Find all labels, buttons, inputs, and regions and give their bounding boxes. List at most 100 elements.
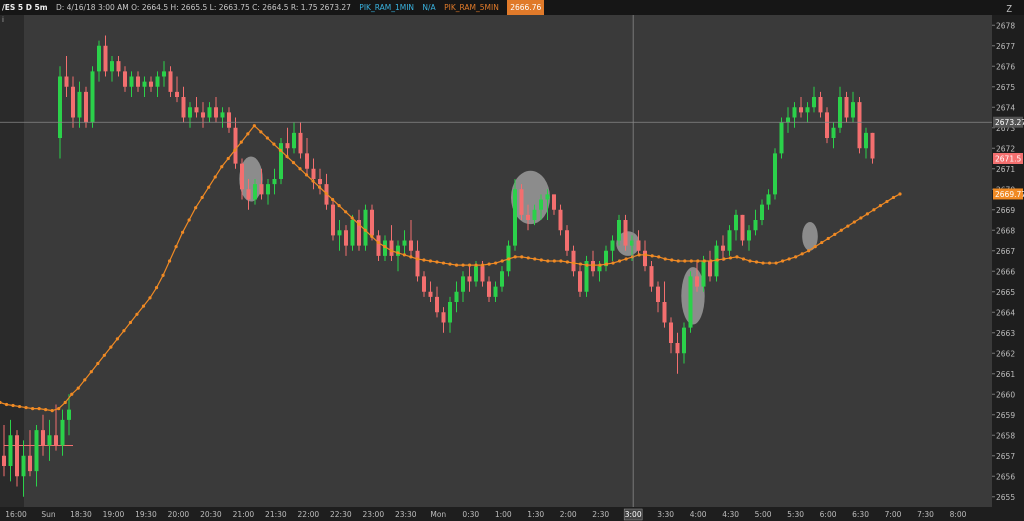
candle-body xyxy=(64,76,69,87)
candle-body xyxy=(54,435,58,446)
moving-average-point xyxy=(611,261,615,265)
moving-average-point xyxy=(4,402,9,407)
study2-label[interactable]: PIK_RAM_5MIN xyxy=(444,0,499,15)
candle-body xyxy=(149,81,153,87)
candle-body xyxy=(545,194,550,200)
candle-body xyxy=(155,76,160,87)
candle-body xyxy=(60,419,65,446)
candle-body xyxy=(422,276,426,292)
x-tick-label: 1:00 xyxy=(495,510,512,519)
moving-average-point xyxy=(578,262,583,266)
candle-body xyxy=(188,107,192,118)
candle-body xyxy=(311,168,316,179)
candle-body xyxy=(441,312,446,323)
moving-average-point xyxy=(396,251,400,255)
candlestick-chart[interactable]: 2655 2656 2657 2658 2659 2660 2661 2662 2663 2664… xyxy=(0,15,1024,521)
moving-average-point xyxy=(115,337,119,341)
moving-average-point xyxy=(572,261,576,265)
moving-average-point xyxy=(50,409,54,413)
moving-average-point xyxy=(76,386,80,390)
y-tick-label: 2666 xyxy=(996,267,1015,276)
candle-body xyxy=(838,97,842,128)
symbol-label[interactable]: /ES 5 D 5m xyxy=(0,0,52,15)
x-tick-label: Sun xyxy=(41,510,56,519)
moving-average-point xyxy=(676,259,680,263)
moving-average-point xyxy=(376,240,380,245)
moving-average-point xyxy=(781,259,785,263)
moving-average-point xyxy=(494,261,498,265)
moving-average-point xyxy=(807,249,811,253)
candle-body xyxy=(2,455,6,466)
moving-average-point xyxy=(317,185,322,189)
moving-average-point xyxy=(820,240,824,245)
moving-average-point xyxy=(624,257,628,261)
moving-average-point xyxy=(246,132,250,136)
candle-body xyxy=(168,71,173,92)
moving-average-point xyxy=(363,228,367,232)
x-tick-label: 7:00 xyxy=(885,510,902,519)
x-tick-label: 16:00 xyxy=(5,510,27,519)
candle-body xyxy=(402,240,407,246)
moving-average-point xyxy=(154,286,159,290)
price-label-text: 2673.27 xyxy=(995,118,1024,127)
y-tick-label: 2664 xyxy=(996,308,1015,317)
moving-average-point xyxy=(585,263,589,267)
moving-average-point xyxy=(839,228,843,232)
moving-average-point xyxy=(331,197,335,202)
candle-body xyxy=(47,435,52,446)
moving-average-point xyxy=(448,262,452,266)
moving-average-point xyxy=(291,161,296,165)
candle-body xyxy=(175,91,179,97)
moving-average-point xyxy=(435,260,439,264)
candle-body xyxy=(682,327,686,354)
moving-average-point xyxy=(787,257,791,261)
study1-label[interactable]: PIK_RAM_1MIN xyxy=(359,0,414,15)
moving-average-point xyxy=(715,258,719,262)
x-tick-label: 19:30 xyxy=(135,510,157,519)
x-tick-label: 6:30 xyxy=(852,510,869,519)
moving-average-point xyxy=(324,191,328,195)
candle-body xyxy=(799,107,803,113)
candle-body xyxy=(825,112,829,138)
candle-body xyxy=(214,107,218,118)
y-tick-label: 2658 xyxy=(996,431,1015,440)
moving-average-point xyxy=(474,263,478,267)
candle-body xyxy=(649,266,654,287)
candle-body xyxy=(688,276,693,328)
x-tick-label: 20:30 xyxy=(200,510,222,519)
moving-average-point xyxy=(852,220,856,224)
moving-average-point xyxy=(487,262,491,266)
moving-average-point xyxy=(526,256,530,260)
moving-average-point xyxy=(220,165,224,169)
y-tick-label: 2674 xyxy=(996,103,1015,112)
moving-average-point xyxy=(885,199,889,204)
candle-body xyxy=(435,296,439,313)
candle-body xyxy=(103,45,108,72)
x-tick-label: 21:30 xyxy=(265,510,287,519)
candle-body xyxy=(344,230,348,246)
candle-body xyxy=(851,102,855,118)
candle-body xyxy=(773,153,777,195)
candle-body xyxy=(220,112,225,118)
x-tick-label: 2:00 xyxy=(560,510,577,519)
candle-body xyxy=(610,240,615,251)
candle-body xyxy=(662,302,667,323)
moving-average-point xyxy=(389,249,393,253)
candle-body xyxy=(227,112,231,128)
moving-average-point xyxy=(207,185,211,189)
moving-average-point xyxy=(833,232,837,236)
moving-average-point xyxy=(598,263,602,267)
moving-average-point xyxy=(683,259,687,263)
y-tick-label: 2672 xyxy=(996,144,1015,153)
info-icon[interactable]: i xyxy=(2,16,4,24)
x-tick-label: 5:30 xyxy=(787,510,804,519)
x-tick-label: 4:30 xyxy=(722,510,739,519)
candle-body xyxy=(233,127,238,164)
moving-average-point xyxy=(559,259,563,263)
moving-average-point xyxy=(11,403,15,408)
candle-body xyxy=(428,291,433,297)
candle-body xyxy=(448,302,452,323)
moving-average-point xyxy=(767,261,772,265)
x-tick-label: 6:00 xyxy=(820,510,837,519)
candle-body xyxy=(123,71,127,87)
